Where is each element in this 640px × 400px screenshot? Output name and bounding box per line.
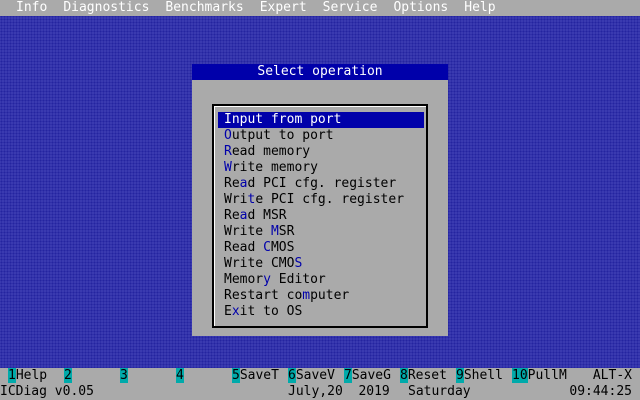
- fkey-number: 3: [120, 368, 128, 383]
- operation-label-pre: Memor: [224, 272, 264, 287]
- operation-hotkey: C: [263, 240, 271, 255]
- fkey-number: 9: [456, 368, 464, 383]
- operations-frame: Input from port Output to port Read memory…: [212, 104, 428, 328]
- fkey-number: 8: [400, 368, 408, 383]
- operation-item[interactable]: Output to port: [218, 128, 424, 144]
- operation-label-post: nput from port: [231, 112, 342, 127]
- fkey-label: PullM: [527, 368, 567, 383]
- operations-list: Input from port Output to port Read memory…: [218, 112, 424, 320]
- operation-item[interactable]: Write memory: [218, 160, 424, 176]
- fkey-label: SaveT: [239, 368, 279, 383]
- operation-item[interactable]: Write CMOS: [218, 256, 424, 272]
- weekday-display: Saturday: [408, 384, 471, 399]
- menu-options[interactable]: Options: [385, 0, 456, 16]
- function-key-bar: 1Help 2 3 4 5SaveT 6SaveV 7SaveG 8Reset 9Shell 10…: [0, 368, 640, 384]
- dialog-title: Select operation: [192, 64, 448, 80]
- operation-item[interactable]: Read PCI cfg. register: [218, 176, 424, 192]
- fkey-number: 1: [8, 368, 16, 383]
- operation-hotkey: S: [294, 256, 303, 271]
- fkey-3[interactable]: 3: [120, 368, 128, 384]
- alt-x-hint[interactable]: ALT-X: [593, 368, 632, 384]
- fkey-number: 4: [176, 368, 184, 383]
- fkey-number: 2: [64, 368, 72, 383]
- fkey-10[interactable]: 10PullM: [512, 368, 567, 384]
- fkey-label: SaveG: [351, 368, 391, 383]
- operation-item[interactable]: Exit to OS: [218, 304, 424, 320]
- fkey-number: 5: [232, 368, 240, 383]
- fkey-number: 10: [512, 368, 528, 383]
- fkey-1[interactable]: 1Help: [8, 368, 47, 384]
- fkey-label: Help: [15, 368, 48, 383]
- operation-hotkey: M: [270, 224, 279, 239]
- menu-help[interactable]: Help: [456, 0, 503, 16]
- operation-item[interactable]: Read memory: [218, 144, 424, 160]
- app-version: ICDiag v0.05: [0, 384, 94, 399]
- operation-item[interactable]: Memory Editor: [218, 272, 424, 288]
- fkey-number: 7: [344, 368, 352, 383]
- operation-label-pre: Re: [224, 176, 240, 191]
- operation-hotkey: m: [302, 288, 311, 303]
- operation-label-post: e PCI cfg. register: [255, 192, 405, 207]
- menu-diagnostics[interactable]: Diagnostics: [55, 0, 157, 16]
- operation-label-post: rite memory: [231, 160, 318, 175]
- fkey-4[interactable]: 4: [176, 368, 184, 384]
- fkey-7[interactable]: 7SaveG: [344, 368, 391, 384]
- menu-bar: Info Diagnostics Benchmarks Expert Servi…: [0, 0, 640, 16]
- operation-label-post: d MSR: [247, 208, 287, 223]
- fkey-9[interactable]: 9Shell: [456, 368, 503, 384]
- operation-item[interactable]: Read MSR: [218, 208, 424, 224]
- operation-label-pre: Restart co: [224, 288, 303, 303]
- menu-info[interactable]: Info: [0, 0, 55, 16]
- fkey-5[interactable]: 5SaveT: [232, 368, 279, 384]
- clock-display: 09:44:25: [569, 384, 632, 399]
- select-operation-dialog: Select operation Input from port Output t…: [192, 64, 448, 336]
- operation-label-pre: Re: [224, 208, 240, 223]
- operation-label-post: d PCI cfg. register: [247, 176, 397, 191]
- operation-hotkey: I: [224, 112, 232, 127]
- operation-label-pre: Read: [224, 240, 264, 255]
- operation-label-post: it to OS: [239, 304, 303, 319]
- operation-label-pre: Write CMO: [224, 256, 295, 271]
- operation-label-post: ead memory: [231, 144, 311, 159]
- fkey-label: Shell: [463, 368, 503, 383]
- operation-label-post: puter: [310, 288, 350, 303]
- menu-benchmarks[interactable]: Benchmarks: [157, 0, 251, 16]
- menu-expert[interactable]: Expert: [252, 0, 315, 16]
- operation-label-pre: E: [224, 304, 232, 319]
- fkey-label: Reset: [407, 368, 447, 383]
- operation-hotkey: O: [224, 128, 232, 143]
- operation-hotkey: R: [224, 144, 232, 159]
- operation-label-pre: Wri: [224, 192, 248, 207]
- operation-hotkey: W: [224, 160, 232, 175]
- operation-item[interactable]: Read CMOS: [218, 240, 424, 256]
- fkey-number: 6: [288, 368, 296, 383]
- status-bar: ICDiag v0.05 July,20 2019 Saturday 09:44…: [0, 384, 640, 400]
- operation-hotkey: y: [263, 272, 271, 287]
- operation-item[interactable]: Input from port: [218, 112, 424, 128]
- fkey-8[interactable]: 8Reset: [400, 368, 447, 384]
- operation-label-post: utput to port: [231, 128, 334, 143]
- operation-label-pre: Write: [224, 224, 271, 239]
- menu-service[interactable]: Service: [315, 0, 386, 16]
- date-display: July,20 2019: [288, 384, 390, 399]
- operation-item[interactable]: Write MSR: [218, 224, 424, 240]
- operation-item[interactable]: Restart computer: [218, 288, 424, 304]
- fkey-6[interactable]: 6SaveV: [288, 368, 335, 384]
- operation-label-post: MOS: [270, 240, 295, 255]
- operation-item[interactable]: Write PCI cfg. register: [218, 192, 424, 208]
- fkey-2[interactable]: 2: [64, 368, 72, 384]
- operation-label-post: SR: [278, 224, 295, 239]
- operation-hotkey: x: [231, 304, 240, 319]
- fkey-label: SaveV: [295, 368, 335, 383]
- operation-label-post: Editor: [270, 272, 326, 287]
